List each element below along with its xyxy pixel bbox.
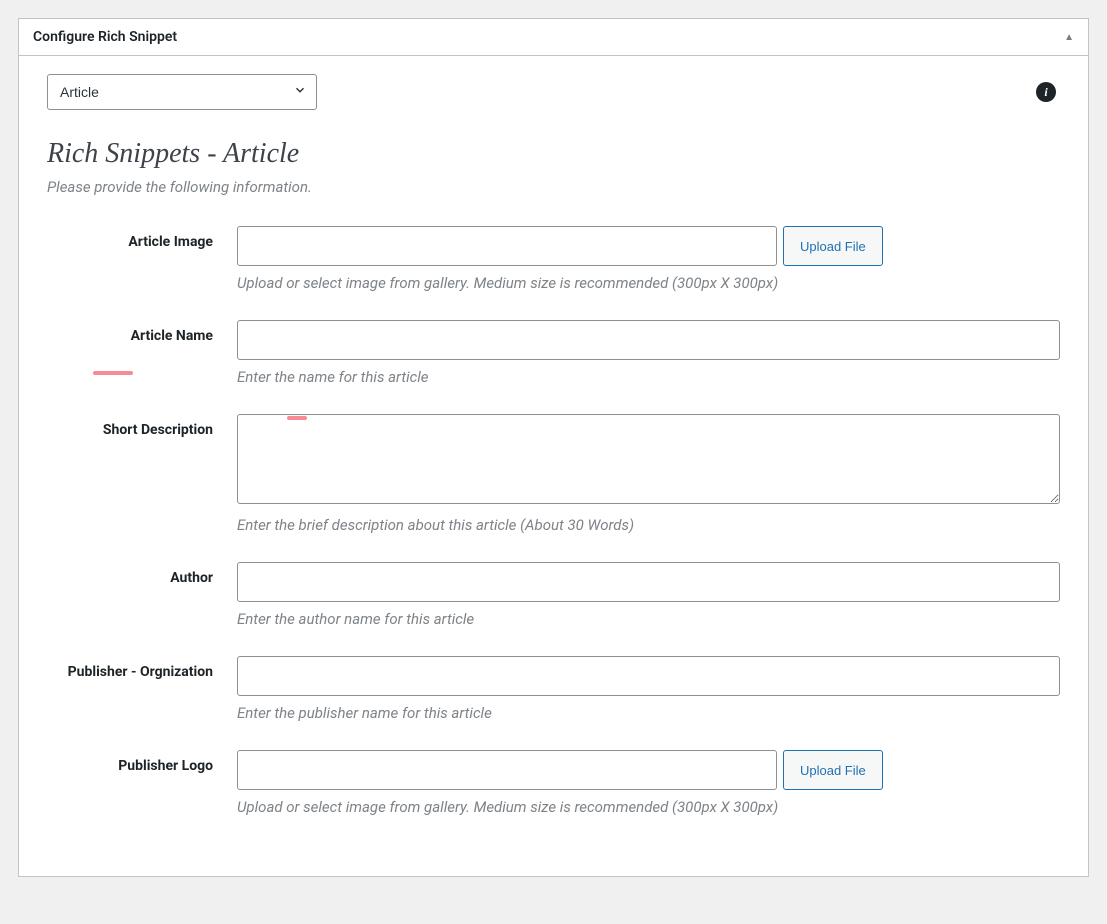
help-publisher-org: Enter the publisher name for this articl…: [237, 704, 1060, 722]
top-controls: Article i: [47, 74, 1060, 110]
snippet-type-select[interactable]: Article: [47, 74, 317, 110]
collapse-caret-icon: ▲: [1064, 32, 1074, 43]
section-subtitle: Please provide the following information…: [47, 178, 1060, 196]
label-article-name: Article Name: [47, 320, 237, 344]
highlight-mark: [93, 371, 133, 375]
help-publisher-logo: Upload or select image from gallery. Med…: [237, 798, 1060, 816]
row-publisher-logo: Publisher Logo Upload File Upload or sel…: [47, 750, 1060, 816]
publisher-logo-input[interactable]: [237, 750, 777, 790]
label-article-image: Article Image: [47, 226, 237, 250]
row-article-name: Article Name Enter the name for this art…: [47, 320, 1060, 386]
author-input[interactable]: [237, 562, 1060, 602]
help-short-description: Enter the brief description about this a…: [237, 516, 1060, 534]
article-name-input[interactable]: [237, 320, 1060, 360]
row-short-description: Short Description Enter the brief descri…: [47, 414, 1060, 534]
row-article-image: Article Image Upload File Upload or sele…: [47, 226, 1060, 292]
short-description-textarea[interactable]: [237, 414, 1060, 504]
panel-title: Configure Rich Snippet: [33, 29, 177, 45]
section-heading: Rich Snippets - Article: [47, 138, 1060, 170]
info-icon[interactable]: i: [1036, 82, 1056, 102]
label-publisher-logo: Publisher Logo: [47, 750, 237, 774]
article-image-input[interactable]: [237, 226, 777, 266]
row-publisher-org: Publisher - Orgnization Enter the publis…: [47, 656, 1060, 722]
help-author: Enter the author name for this article: [237, 610, 1060, 628]
highlight-mark: [287, 416, 307, 420]
publisher-org-input[interactable]: [237, 656, 1060, 696]
upload-article-image-button[interactable]: Upload File: [783, 226, 883, 266]
label-short-description: Short Description: [47, 414, 237, 438]
label-publisher-org: Publisher - Orgnization: [47, 656, 237, 680]
help-article-image: Upload or select image from gallery. Med…: [237, 274, 1060, 292]
help-article-name: Enter the name for this article: [237, 368, 1060, 386]
panel-body: Article i Rich Snippets - Article Please…: [19, 56, 1088, 876]
rich-snippet-panel: Configure Rich Snippet ▲ Article i Rich …: [18, 18, 1089, 877]
snippet-type-select-wrap: Article: [47, 74, 317, 110]
panel-header[interactable]: Configure Rich Snippet ▲: [19, 19, 1088, 56]
row-author: Author Enter the author name for this ar…: [47, 562, 1060, 628]
label-author: Author: [47, 562, 237, 586]
upload-publisher-logo-button[interactable]: Upload File: [783, 750, 883, 790]
